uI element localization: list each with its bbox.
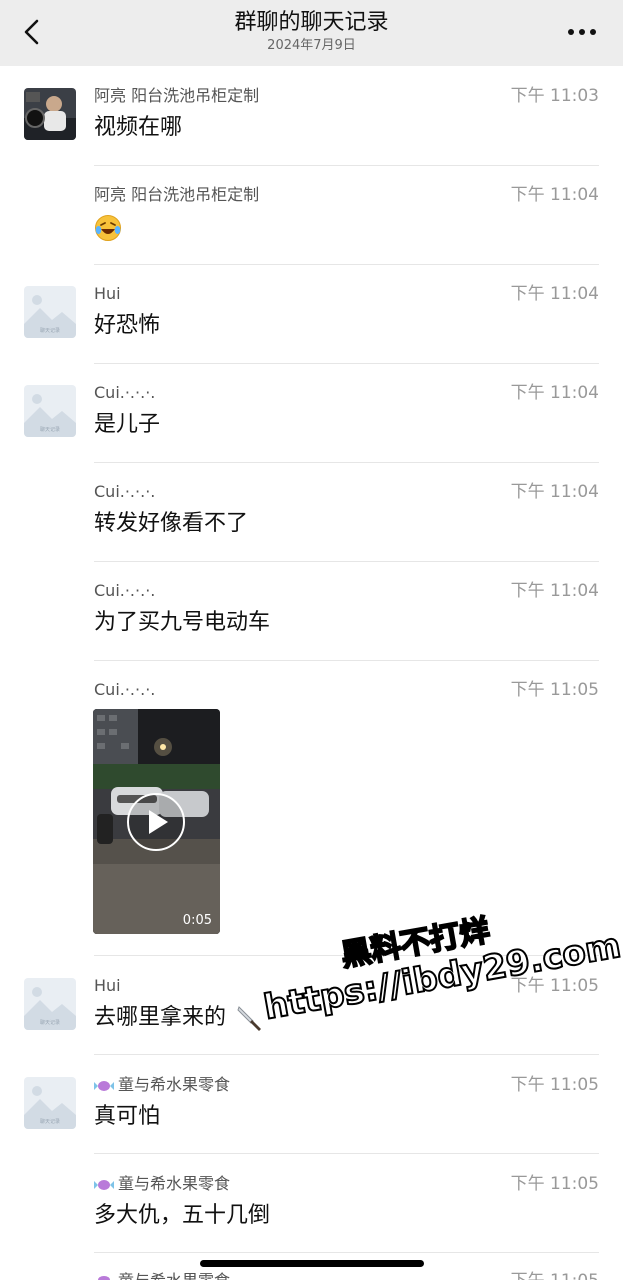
sender-name: 童与希水果零食 <box>118 1174 231 1193</box>
message-text[interactable]: 去哪里拿来的 <box>94 1004 226 1032</box>
message-time: 下午 11:05 <box>510 1075 599 1095</box>
watermark-title: 黑料不打烊 <box>338 912 494 975</box>
placeholder-avatar-icon: 聊天记录 <box>24 978 76 1030</box>
avatar[interactable]: 聊天记录 <box>24 1077 76 1129</box>
sender-name: Cui.·.·.·. <box>94 581 156 600</box>
avatar[interactable]: 聊天记录 <box>24 286 76 338</box>
sender-name: 阿亮 阳台洗池吊柜定制 <box>94 86 260 105</box>
svg-text:聊天记录: 聊天记录 <box>40 426 60 433</box>
video-duration: 0:05 <box>182 913 212 928</box>
svg-text:聊天记录: 聊天记录 <box>40 1118 60 1125</box>
message-time: 下午 11:05 <box>511 1271 599 1280</box>
message-time: 下午 11:04 <box>510 185 599 205</box>
message-time: 下午 11:04 <box>510 383 599 403</box>
message-text[interactable]: 好恐怖 <box>94 312 160 340</box>
divider <box>94 660 599 661</box>
message-time: 下午 11:04 <box>510 482 599 502</box>
avatar[interactable]: 聊天记录 <box>24 385 76 437</box>
message-text[interactable]: 视频在哪 <box>94 114 182 142</box>
message-text[interactable]: 多大仇，五十几倒 <box>94 1202 270 1230</box>
message-text[interactable]: 是儿子 <box>94 411 160 439</box>
candy-icon <box>94 1180 114 1190</box>
message-time: 下午 11:05 <box>510 1174 599 1194</box>
sender-name: Hui <box>94 284 121 303</box>
more-dots-icon[interactable] <box>567 22 597 42</box>
message-time: 下午 11:03 <box>510 86 599 106</box>
avatar[interactable]: 聊天记录 <box>24 978 76 1030</box>
page-title: 群聊的聊天记录 <box>234 10 389 35</box>
divider <box>94 955 599 956</box>
sender-name: Cui.·.·.·. <box>94 383 156 402</box>
candy-icon <box>98 1276 110 1280</box>
divider <box>94 165 599 166</box>
message-text[interactable]: 转发好像看不了 <box>94 510 248 538</box>
placeholder-avatar-icon: 聊天记录 <box>24 385 76 437</box>
message-text[interactable]: 真可怕 <box>94 1103 160 1131</box>
divider <box>94 1054 599 1055</box>
sender-name: 阿亮 阳台洗池吊柜定制 <box>94 185 260 204</box>
message-text[interactable]: 为了买九号电动车 <box>94 609 270 637</box>
sender-name: 童与希水果零食 <box>118 1271 230 1280</box>
divider <box>94 1153 599 1154</box>
message-time: 下午 11:05 <box>510 680 599 700</box>
placeholder-avatar-icon: 聊天记录 <box>24 286 76 338</box>
divider <box>94 561 599 562</box>
sender-name: Hui <box>94 976 121 995</box>
video-scene-image <box>93 709 220 934</box>
message-time: 下午 11:04 <box>510 284 599 304</box>
svg-text:聊天记录: 聊天记录 <box>40 1019 60 1026</box>
laughing-tears-emoji-icon <box>95 215 121 241</box>
placeholder-avatar-icon: 聊天记录 <box>24 1077 76 1129</box>
watermark: 黑料不打烊 https://ibdy29.com <box>255 892 623 1029</box>
knife-emoji-icon <box>237 1006 261 1031</box>
home-indicator[interactable] <box>200 1260 424 1267</box>
video-thumbnail[interactable]: 0:05 <box>93 709 220 934</box>
sender-name: 童与希水果零食 <box>118 1075 231 1094</box>
avatar[interactable] <box>24 88 76 140</box>
divider <box>94 1252 599 1253</box>
divider <box>94 363 599 364</box>
divider <box>94 462 599 463</box>
message-time: 下午 11:05 <box>510 976 599 996</box>
page-date: 2024年7月9日 <box>267 38 356 53</box>
svg-text:聊天记录: 聊天记录 <box>40 327 60 334</box>
candy-icon <box>94 1081 114 1091</box>
photo-avatar-icon <box>24 88 76 140</box>
sender-name: Cui.·.·.·. <box>94 482 156 501</box>
divider <box>94 264 599 265</box>
sender-name: Cui.·.·.·. <box>94 680 156 699</box>
nav-bar: 群聊的聊天记录 2024年7月9日 <box>0 0 623 66</box>
message-time: 下午 11:04 <box>510 581 599 601</box>
